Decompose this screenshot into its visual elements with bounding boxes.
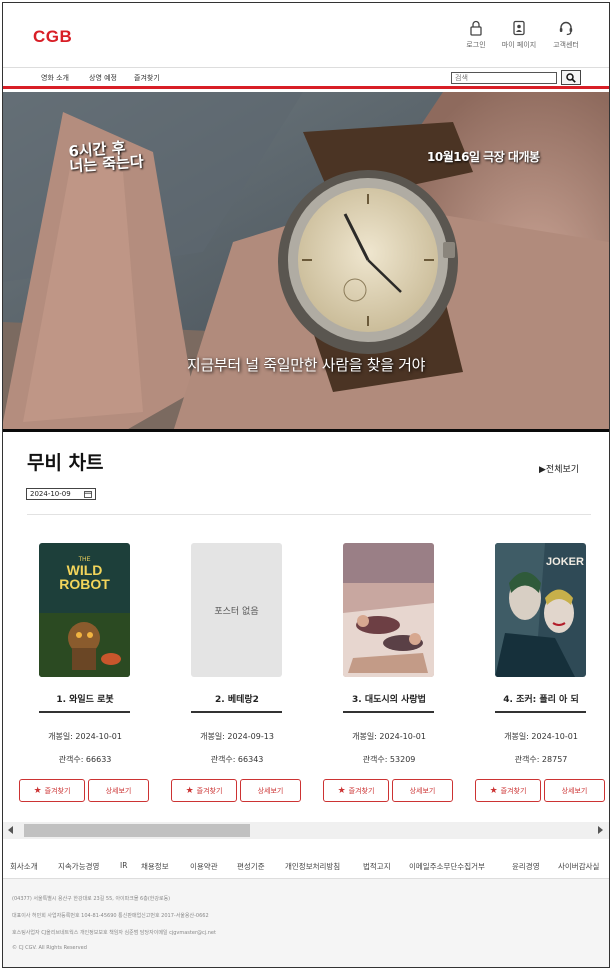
audience-count: 관객수: 53209: [362, 755, 416, 764]
release-date: 개봉일: 2024-10-01: [504, 732, 578, 741]
lock-icon: [470, 20, 482, 36]
calendar-icon: [84, 491, 92, 498]
movie-title[interactable]: 1. 와일드 로봇: [5, 692, 165, 705]
footer-hosting: 호스팅사업자 CJ올리브네트웍스 개인정보보호 책임자 심준범 담당자이메일 c…: [12, 930, 216, 936]
header: CGB 로그인 마이 페이지 고객센터: [3, 3, 609, 67]
detail-button[interactable]: 상세보기: [392, 779, 453, 802]
favorite-button[interactable]: ★ 즐겨찾기: [323, 779, 389, 802]
nav-item-favorites[interactable]: 즐겨찾기: [134, 73, 160, 83]
footer-link[interactable]: 법적고지: [363, 861, 391, 872]
detail-button[interactable]: 상세보기: [88, 779, 149, 802]
footer-link[interactable]: 이용약관: [190, 861, 218, 872]
star-icon: ★: [33, 785, 42, 796]
section-divider: [27, 514, 591, 515]
title-underline: [495, 711, 586, 713]
movie-title[interactable]: 3. 대도시의 사랑법: [309, 692, 469, 705]
footer-address: (04377) 서울특별시 용산구 한강대로 23길 55, 아이파크몰 6층(…: [12, 896, 171, 902]
release-date: 개봉일: 2024-09-13: [200, 732, 274, 741]
movie-card: 3. 대도시의 사랑법 개봉일: 2024-10-01 관객수: 53209 ★…: [309, 543, 459, 808]
movie-poster-placeholder[interactable]: 포스터 없음: [191, 543, 282, 677]
title-underline: [343, 711, 434, 713]
movie-chart-title: 무비 차트: [27, 452, 104, 474]
poster-text: ROBOT: [59, 576, 110, 592]
title-underline: [39, 711, 130, 713]
page-frame: CGB 로그인 마이 페이지 고객센터 영화 소개 상영 예정 즐겨찾기 검색 …: [2, 2, 610, 968]
customer-center-label: 고객센터: [553, 41, 579, 49]
customer-center-link[interactable]: 고객센터: [540, 20, 592, 50]
title-underline: [191, 711, 282, 713]
movie-poster[interactable]: JOKER: [495, 543, 586, 677]
hero-banner[interactable]: 6시간 후 너는 죽는다 10월16일 극장 대개봉 지금부터 널 죽일만한 사…: [3, 92, 609, 432]
mypage-label: 마이 페이지: [501, 41, 537, 49]
footer-link[interactable]: 채용정보: [141, 861, 169, 872]
footer-info: (04377) 서울특별시 용산구 한강대로 23길 55, 아이파크몰 6층(…: [3, 879, 609, 967]
favorite-label: 즐겨찾기: [44, 786, 71, 795]
scroll-thumb[interactable]: [24, 824, 250, 837]
favorite-button[interactable]: ★ 즐겨찾기: [19, 779, 85, 802]
date-value: 2024-10-09: [30, 490, 71, 498]
footer-business: 대표이사 허민회 사업자등록번호 104-81-45690 통신판매업신고번호 …: [12, 913, 209, 919]
release-date: 개봉일: 2024-10-01: [352, 732, 426, 741]
search-button[interactable]: [561, 70, 581, 85]
hero-title: 6시간 후 너는 죽는다: [67, 138, 145, 176]
favorite-label: 즐겨찾기: [348, 786, 375, 795]
main-nav: 영화 소개 상영 예정 즐겨찾기: [3, 67, 609, 89]
search-input[interactable]: [451, 72, 557, 84]
scroll-left-icon[interactable]: [8, 826, 13, 834]
movie-card: 포스터 없음 2. 베테랑2 개봉일: 2024-09-13 관객수: 6634…: [157, 543, 307, 808]
movie-card: JOKER 4. 조커: 폴리 아 되 개봉일: 2024-10-01 관객수:…: [461, 543, 609, 808]
nav-item-upcoming[interactable]: 상영 예정: [89, 73, 117, 83]
search-icon: [566, 72, 576, 83]
detail-button[interactable]: 상세보기: [544, 779, 605, 802]
audience-count: 관객수: 28757: [514, 755, 568, 764]
star-icon: ★: [489, 785, 498, 796]
audience-count: 관객수: 66633: [58, 755, 112, 764]
scroll-right-icon[interactable]: [598, 826, 603, 834]
movie-title[interactable]: 4. 조커: 폴리 아 되: [461, 692, 609, 705]
detail-button[interactable]: 상세보기: [240, 779, 301, 802]
movie-poster[interactable]: [343, 543, 434, 677]
footer-link[interactable]: IR: [120, 861, 127, 870]
date-picker[interactable]: 2024-10-09: [26, 488, 96, 500]
footer-links: 회사소개 지속가능경영 IR 채용정보 이용약관 편성기준 개인정보처리방침 법…: [3, 853, 609, 879]
release-date: 개봉일: 2024-10-01: [48, 732, 122, 741]
movie-card: THE WILD ROBOT 1. 와일드 로봇 개봉일: 2024-10-01…: [5, 543, 155, 808]
poster-text: JOKER: [546, 556, 584, 568]
person-icon: [513, 20, 525, 36]
movie-poster[interactable]: THE WILD ROBOT: [39, 543, 130, 677]
movie-title[interactable]: 2. 베테랑2: [157, 692, 317, 705]
nav-item-movie-intro[interactable]: 영화 소개: [41, 73, 69, 83]
footer-link[interactable]: 이메일주소무단수집거부: [409, 861, 485, 872]
horizontal-scrollbar[interactable]: [3, 822, 609, 839]
view-all-link[interactable]: ▶전체보기: [539, 462, 579, 475]
audience-count: 관객수: 66343: [210, 755, 264, 764]
star-icon: ★: [185, 785, 194, 796]
favorite-button[interactable]: ★ 즐겨찾기: [475, 779, 541, 802]
favorite-label: 즐겨찾기: [500, 786, 527, 795]
footer-link[interactable]: 지속가능경영: [58, 861, 99, 872]
footer-link[interactable]: 사이버감사실: [558, 861, 599, 872]
footer-link[interactable]: 회사소개: [10, 861, 38, 872]
logo[interactable]: CGB: [33, 27, 72, 47]
footer-link[interactable]: 편성기준: [237, 861, 265, 872]
star-icon: ★: [337, 785, 346, 796]
headset-icon: [559, 21, 573, 36]
favorite-label: 즐겨찾기: [196, 786, 223, 795]
footer-link[interactable]: 개인정보처리방침: [285, 861, 340, 872]
footer-copyright: © CJ CGV. All Rights Reserved: [12, 945, 87, 951]
hero-release: 10월16일 극장 대개봉: [427, 150, 540, 164]
hero-caption: 지금부터 널 죽일만한 사람을 찾을 거야: [186, 356, 426, 374]
footer-link[interactable]: 윤리경영: [512, 861, 540, 872]
favorite-button[interactable]: ★ 즐겨찾기: [171, 779, 237, 802]
mypage-link[interactable]: 마이 페이지: [493, 20, 545, 50]
